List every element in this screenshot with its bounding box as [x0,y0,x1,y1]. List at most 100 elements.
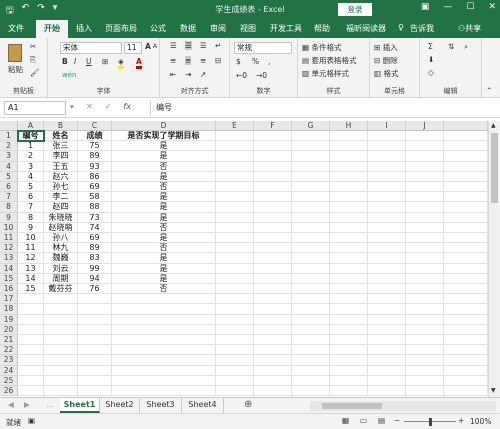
data-cell[interactable]: 否 [112,161,216,172]
increase-indent-icon[interactable]: ⇥ [185,70,191,79]
data-cell[interactable]: 6 [18,192,44,203]
cell[interactable] [254,375,292,386]
cell[interactable] [292,161,330,172]
cell[interactable] [254,171,292,182]
cell[interactable] [216,284,254,295]
format-painter-icon[interactable]: 🖌 [30,68,40,77]
column-header-j[interactable]: J [406,121,444,131]
column-header-i[interactable]: I [368,121,406,131]
cell[interactable] [406,263,444,274]
cell[interactable] [18,375,44,386]
cell[interactable] [216,365,254,376]
row-header[interactable]: 8 [0,202,18,213]
data-cell[interactable]: 94 [78,273,112,284]
data-cell[interactable]: 11 [18,243,44,254]
number-format-select[interactable]: 常规 [234,42,292,54]
data-cell[interactable]: 1 [18,141,44,152]
data-cell[interactable]: 否 [112,222,216,233]
currency-icon[interactable]: $ [236,57,241,66]
cell[interactable] [254,253,292,264]
cell[interactable] [216,182,254,193]
cell[interactable] [292,263,330,274]
cell[interactable] [216,294,254,305]
cell[interactable] [18,304,44,315]
cell[interactable] [368,324,406,335]
cell[interactable] [406,314,444,325]
cell[interactable] [18,324,44,335]
cell[interactable] [368,182,406,193]
cell[interactable] [330,355,368,366]
cell[interactable] [254,131,292,142]
cell[interactable] [112,345,216,356]
data-cell[interactable]: 孙七 [44,182,78,193]
row-header[interactable]: 17 [0,294,18,305]
tab-developer[interactable]: 开发工具 [270,23,302,34]
cell[interactable] [444,192,488,203]
cell[interactable] [444,386,488,397]
collapse-ribbon-icon[interactable]: ⌃ [486,86,492,95]
cell[interactable] [78,375,112,386]
name-box-dropdown-icon[interactable]: ▾ [70,102,74,111]
cell[interactable] [216,314,254,325]
cell[interactable] [292,222,330,233]
cell[interactable] [444,314,488,325]
tab-page-layout[interactable]: 页面布局 [105,23,137,34]
data-cell[interactable]: 是 [112,253,216,264]
cell[interactable] [292,141,330,152]
data-cell[interactable]: 8 [18,212,44,223]
cell[interactable] [444,263,488,274]
prev-sheet-icon[interactable]: ◀ [8,400,14,409]
cell[interactable] [78,386,112,397]
sheet-tab-sheet1[interactable]: Sheet1 [60,398,100,413]
cell[interactable] [330,161,368,172]
cell[interactable] [254,161,292,172]
data-cell[interactable]: 89 [78,151,112,162]
shrink-font-button[interactable]: A [153,43,157,50]
row-header[interactable]: 20 [0,324,18,335]
cell[interactable] [216,324,254,335]
cell[interactable] [216,355,254,366]
data-cell[interactable]: 2 [18,151,44,162]
data-cell[interactable]: 否 [112,243,216,254]
cell[interactable] [330,335,368,346]
font-size-select[interactable]: 11 [124,42,142,54]
vertical-scrollbar[interactable]: ▲ ▼ [488,121,500,397]
cell[interactable] [368,243,406,254]
cell[interactable] [254,212,292,223]
cell[interactable] [368,375,406,386]
grow-font-button[interactable]: A [145,42,151,51]
cell[interactable] [292,253,330,264]
cell[interactable] [406,375,444,386]
header-cell[interactable]: 是否实现了学期目标 [112,131,216,142]
cell[interactable] [216,212,254,223]
next-sheet-icon[interactable]: ▶ [24,400,30,409]
cell[interactable] [216,131,254,142]
cell[interactable] [444,182,488,193]
more-sheets-icon[interactable]: … [46,400,54,409]
cell[interactable] [368,294,406,305]
cell[interactable] [292,233,330,244]
data-cell[interactable]: 是 [112,263,216,274]
cell[interactable] [444,243,488,254]
cell[interactable] [330,243,368,254]
cell[interactable] [330,233,368,244]
cell[interactable] [330,151,368,162]
column-header-b[interactable]: B [44,121,78,131]
cell[interactable] [254,304,292,315]
cell[interactable] [254,284,292,295]
cell[interactable] [406,222,444,233]
ribbon-display-icon[interactable]: ▣ [421,2,430,12]
cell[interactable] [254,243,292,254]
cell[interactable] [292,151,330,162]
data-cell[interactable]: 69 [78,233,112,244]
cell-styles-button[interactable]: ▧ 单元格样式 [302,68,349,79]
cell[interactable] [78,294,112,305]
cell[interactable] [112,335,216,346]
wrap-text-icon[interactable]: ↵ [215,41,221,50]
data-cell[interactable]: 89 [78,243,112,254]
cell[interactable] [368,263,406,274]
cell[interactable] [254,192,292,203]
cell[interactable] [330,141,368,152]
cell[interactable] [330,212,368,223]
cell[interactable] [444,233,488,244]
